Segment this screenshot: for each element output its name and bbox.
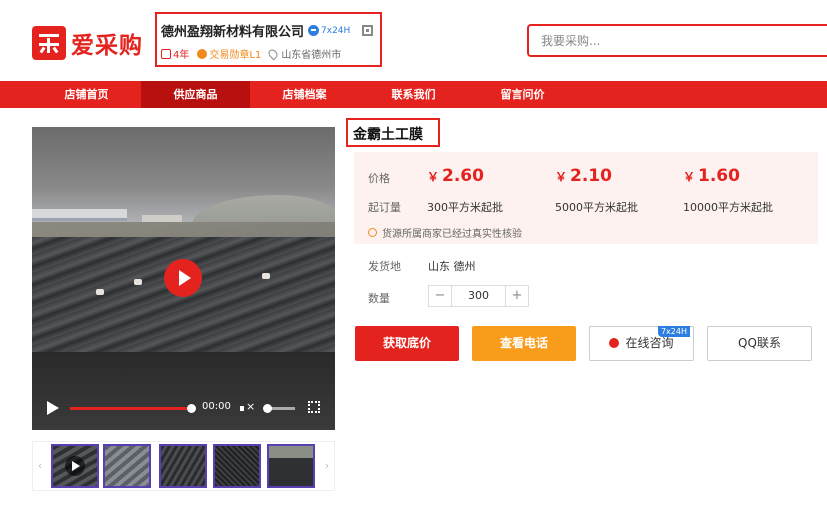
service-badge: 7x24H <box>308 25 350 36</box>
trade-medal-label: 交易勋章L1 <box>209 50 262 61</box>
get-lowest-price-button[interactable]: 获取底价 <box>355 326 459 361</box>
mute-icon[interactable] <box>240 400 255 414</box>
logo-text: 爱采购 <box>71 33 143 59</box>
quantity-input[interactable]: 300 <box>451 286 506 306</box>
chat-icon <box>609 338 620 348</box>
view-phone-button[interactable]: 查看电话 <box>472 326 576 361</box>
thumbnail-image[interactable] <box>267 444 315 488</box>
thumb-prev-icon[interactable]: ‹ <box>33 442 47 490</box>
thumbnail-image[interactable] <box>159 444 207 488</box>
video-time: 00:00 <box>202 401 231 412</box>
shop-location: 山东省德州市 <box>266 46 342 61</box>
thumb-next-icon[interactable]: › <box>320 442 334 490</box>
verified-notice: 货源所属商家已经过真实性核验 <box>368 225 522 240</box>
search-input[interactable] <box>529 26 827 55</box>
medal-icon <box>197 48 208 59</box>
quantity-plus-button[interactable]: + <box>506 286 528 306</box>
play-icon <box>65 456 85 476</box>
moq-tier-1: 300平方米起批 <box>427 201 503 214</box>
years-label: 4年 <box>173 50 190 61</box>
years-badge: 4年 <box>161 46 189 61</box>
product-video[interactable]: 00:00 <box>32 127 335 430</box>
online-chat-button[interactable]: 7x24H 在线咨询 <box>589 326 694 361</box>
quantity-minus-button[interactable]: − <box>429 286 451 306</box>
online-chat-label: 在线咨询 <box>625 336 674 350</box>
qq-contact-button[interactable]: QQ联系 <box>707 326 812 361</box>
trade-medal-badge: 交易勋章L1 <box>197 46 261 61</box>
price-tier-1: ￥ 2.60 <box>427 166 484 186</box>
price-label: 价格 <box>368 172 390 185</box>
volume-handle[interactable] <box>263 404 272 413</box>
quantity-label: 数量 <box>368 292 390 305</box>
nav-item-contact[interactable]: 联系我们 <box>359 81 468 108</box>
play-icon[interactable] <box>47 401 59 415</box>
moq-tier-2: 5000平方米起批 <box>555 201 638 214</box>
ship-from-value: 山东 德州 <box>428 260 476 273</box>
site-logo[interactable]: 爱采购 <box>32 26 143 60</box>
page: 爱采购 德州盈翔新材料有限公司 7x24H 4年 交易勋章L1 山东省德州市 我… <box>0 0 827 507</box>
shop-info-box: 德州盈翔新材料有限公司 7x24H 4年 交易勋章L1 山东省德州市 <box>155 12 382 67</box>
progress-bar[interactable] <box>70 407 192 410</box>
nav-item-products[interactable]: 供应商品 <box>141 81 250 108</box>
ship-from-label: 发货地 <box>368 260 401 273</box>
shop-nav-bar: 店铺首页 供应商品 店铺档案 联系我们 留言问价 <box>0 81 827 108</box>
chat-service-tag: 7x24H <box>657 326 690 337</box>
progress-handle[interactable] <box>187 404 196 413</box>
moq-tier-3: 10000平方米起批 <box>683 201 773 214</box>
thumbnail-video[interactable] <box>51 444 99 488</box>
product-title: 金霸土工膜 <box>346 118 440 147</box>
video-controls: 00:00 <box>32 395 335 425</box>
qr-code-icon[interactable] <box>362 25 374 36</box>
search-box <box>527 24 827 57</box>
moq-label: 起订量 <box>368 201 401 214</box>
price-tier-3: ￥ 1.60 <box>683 166 740 186</box>
nav-item-profile[interactable]: 店铺档案 <box>250 81 359 108</box>
nav-item-inquiry[interactable]: 留言问价 <box>468 81 577 108</box>
check-circle-icon <box>368 228 377 237</box>
nav-item-home[interactable]: 店铺首页 <box>32 81 141 108</box>
thumbnail-image[interactable] <box>103 444 151 488</box>
thumbnail-strip: ‹ › <box>32 441 335 491</box>
price-tier-2: ￥ 2.10 <box>555 166 612 186</box>
chat-bubble-icon <box>308 25 320 36</box>
video-play-button[interactable] <box>164 259 202 297</box>
shop-name[interactable]: 德州盈翔新材料有限公司 <box>161 21 304 40</box>
fullscreen-icon[interactable] <box>308 401 320 413</box>
thumbnail-image[interactable] <box>213 444 261 488</box>
calendar-icon <box>161 48 171 59</box>
location-pin-icon <box>266 47 280 60</box>
verified-text: 货源所属商家已经过真实性核验 <box>382 229 522 240</box>
location-label: 山东省德州市 <box>281 50 342 61</box>
service-badge-label: 7x24H <box>321 25 351 36</box>
price-panel: 价格 ￥ 2.60 ￥ 2.10 ￥ 1.60 起订量 300平方米起批 5000平方… <box>354 152 818 244</box>
logo-mark-icon <box>32 26 66 60</box>
quantity-stepper: − 300 + <box>428 285 529 307</box>
